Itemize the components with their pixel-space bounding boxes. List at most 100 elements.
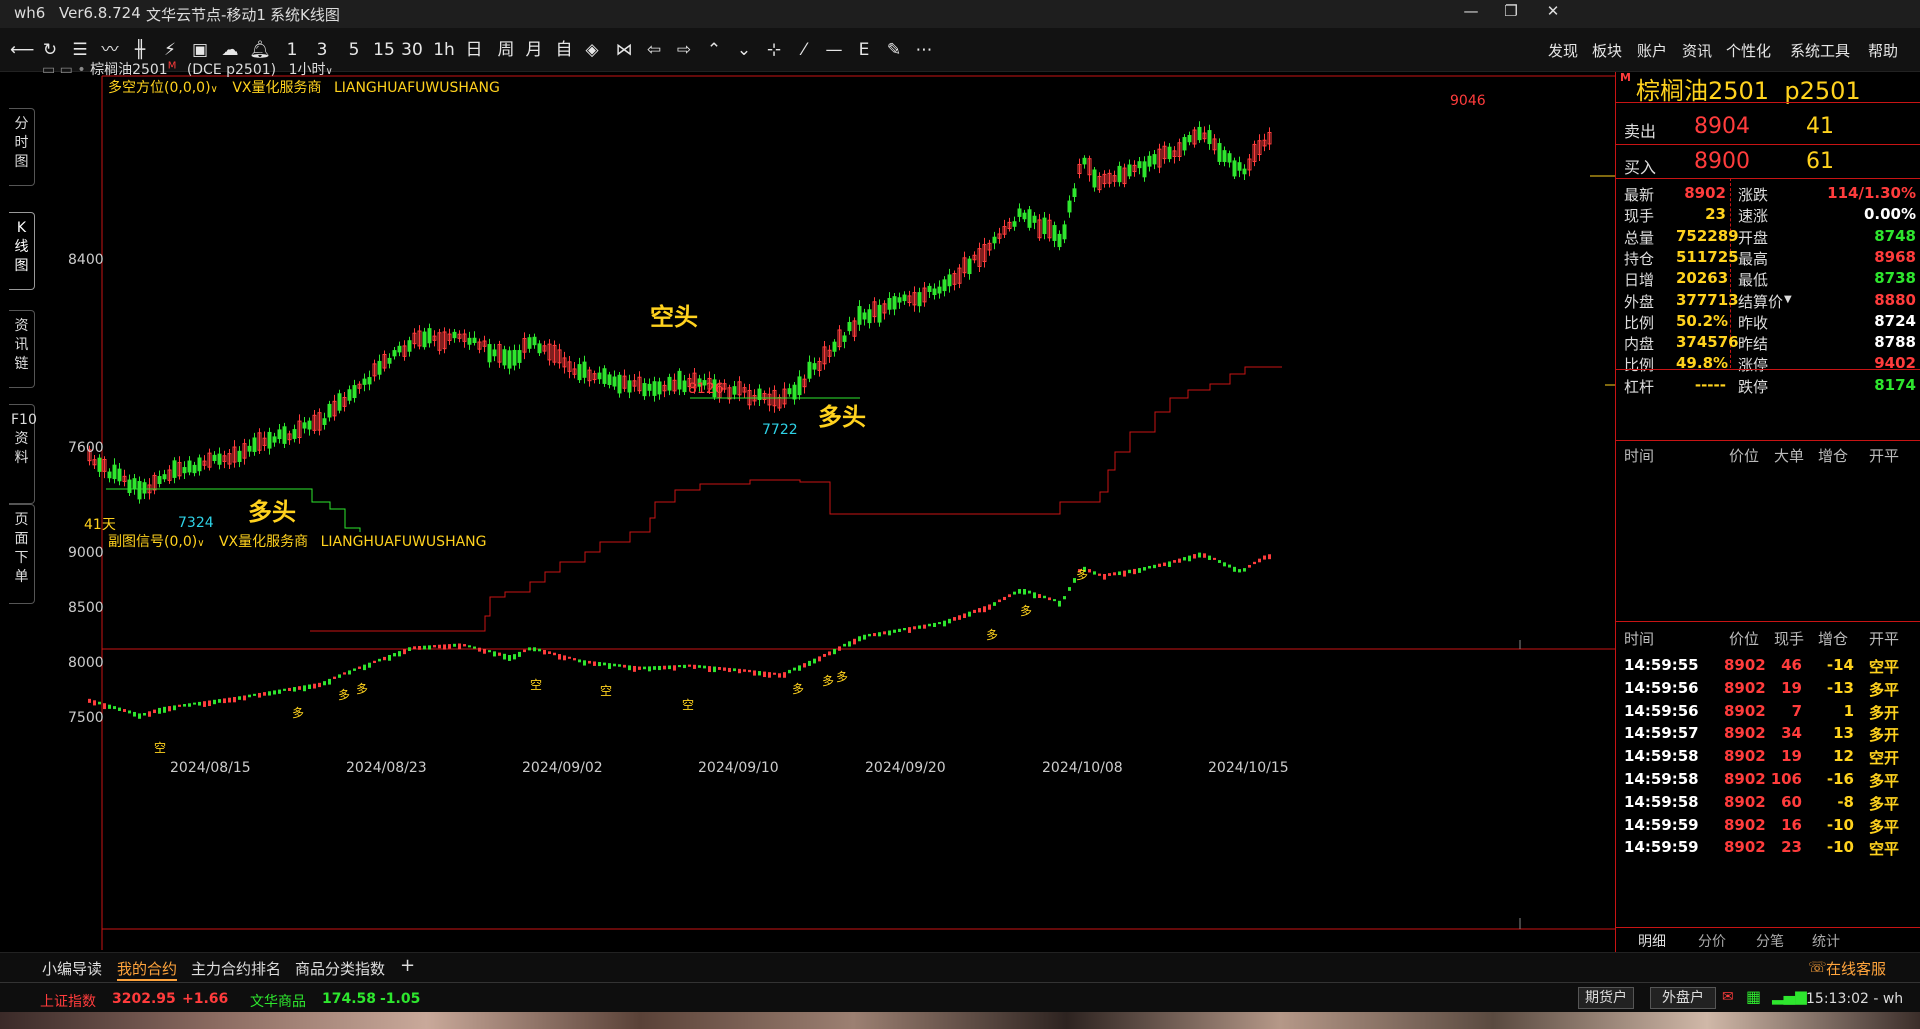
move-right-icon[interactable]: ⇨ <box>672 38 696 62</box>
period-button[interactable]: 15 <box>372 38 396 62</box>
menu-news[interactable]: 资讯 <box>1682 40 1712 61</box>
period-button[interactable]: 自 <box>552 38 576 62</box>
tick-cell: -10 <box>1826 815 1854 834</box>
restore-button[interactable]: ❐ <box>1496 2 1526 26</box>
tab-f10[interactable]: F10资料 <box>9 404 37 504</box>
sub-candle <box>858 636 861 642</box>
tick-cell: 14:59:57 <box>1624 724 1699 743</box>
index1-name[interactable]: 上证指数 <box>40 991 96 1011</box>
chevron-down-icon[interactable]: ∨ <box>197 538 204 549</box>
sub-signal-long: 多 <box>1076 568 1089 582</box>
candle-body <box>407 340 412 352</box>
menu-system-tools[interactable]: 系统工具 <box>1790 40 1850 61</box>
menu-sector[interactable]: 板块 <box>1592 40 1622 61</box>
buy-price[interactable]: 8900 <box>1694 149 1750 174</box>
tick-row[interactable]: 14:59:59 8902 23 -10 空平 <box>1624 838 1919 866</box>
eraser-icon[interactable]: ✎ <box>882 38 906 62</box>
candle-body <box>807 361 812 379</box>
foreign-account-button[interactable]: 外盘户 <box>1650 987 1716 1009</box>
sub-candle <box>308 684 311 690</box>
add-tab-button[interactable]: + <box>400 955 415 976</box>
candle-body <box>112 464 117 480</box>
tab-ticks[interactable]: 分笔 <box>1756 931 1784 951</box>
menu-help[interactable]: 帮助 <box>1868 40 1898 61</box>
customer-service-icon[interactable]: ☏ <box>1808 958 1827 976</box>
period-button[interactable]: 30 <box>400 38 424 62</box>
tab-kline[interactable]: K线图 <box>9 212 35 290</box>
compress-icon[interactable]: ⋈ <box>612 38 636 62</box>
mail-icon[interactable]: ✉ <box>1722 989 1734 1005</box>
period-select[interactable]: 1小时 <box>289 62 326 78</box>
tab-timeshare[interactable]: 分时图 <box>9 108 35 186</box>
tab-detail[interactable]: 明细 <box>1638 931 1666 951</box>
candle-body <box>832 341 837 352</box>
chevron-down-icon[interactable]: ∨ <box>325 66 332 77</box>
candle-body <box>467 337 472 345</box>
hline-tool-icon[interactable]: — <box>822 38 846 62</box>
sub-candle <box>918 625 921 629</box>
quote-title-text: 棕榈油2501 p2501 <box>1636 77 1861 105</box>
candle-body <box>212 454 217 462</box>
quote-field-value: 114/1.30% <box>1827 184 1916 202</box>
close-button[interactable]: ✕ <box>1538 2 1568 26</box>
tick-cell: 多开 <box>1869 726 1900 745</box>
vendor-label: VX量化服务商 <box>218 534 309 550</box>
chevron-down-icon[interactable]: ▼ <box>1784 294 1792 305</box>
sub-indicator[interactable]: 副图信号(0,0) <box>108 534 197 550</box>
tab-category-index[interactable]: 商品分类指数 <box>295 958 385 979</box>
signal-strength-icon: ▂▄▆ <box>1772 987 1807 1005</box>
tab-editor-guide[interactable]: 小编导读 <box>42 958 102 979</box>
back-icon[interactable]: ⟵ <box>10 38 34 62</box>
menu-personalize[interactable]: 个性化 <box>1726 40 1771 61</box>
more-icon[interactable]: ⋯ <box>912 38 936 62</box>
period-button[interactable]: 日 <box>462 38 486 62</box>
sub-signal-short: 空 <box>530 678 543 692</box>
tick-cell: -13 <box>1826 678 1854 697</box>
period-button[interactable]: 5 <box>342 38 366 62</box>
tab-main-ranking[interactable]: 主力合约排名 <box>191 958 281 979</box>
sub-candle <box>543 650 546 655</box>
candle-body <box>902 294 907 302</box>
zoom-in-icon[interactable]: ⌃ <box>702 38 726 62</box>
candle-body <box>337 393 342 411</box>
chart-area[interactable]: ▭ ▭ • 棕榈油2501M (DCE p2501) 1小时∨ 多空方位(0,0… <box>40 60 1615 952</box>
chevron-down-icon[interactable]: ∨ <box>211 84 218 95</box>
candle-body <box>502 349 507 366</box>
menu-discover[interactable]: 发现 <box>1548 40 1578 61</box>
candle-body <box>582 361 587 378</box>
tab-news-chain[interactable]: 资讯链 <box>9 310 35 388</box>
move-left-icon[interactable]: ⇦ <box>642 38 666 62</box>
tab-price-dist[interactable]: 分价 <box>1698 931 1726 951</box>
sub-candle <box>1138 568 1141 573</box>
period-button[interactable]: 月 <box>522 38 546 62</box>
crosshair-icon[interactable]: ⊹ <box>762 38 786 62</box>
candle-body <box>1187 135 1192 143</box>
server-node[interactable]: 文华云节点-移动1 <box>146 4 266 25</box>
y-label: 9000 <box>68 545 104 561</box>
menu-account[interactable]: 账户 <box>1637 40 1667 61</box>
vendor-en-label: LIANGHUAFUWUSHANG <box>320 534 487 550</box>
futures-account-button[interactable]: 期货户 <box>1578 987 1634 1009</box>
line-tool-icon[interactable]: ⁄ <box>792 38 816 62</box>
quote-field-value: 8880 <box>1874 290 1916 309</box>
period-button[interactable]: 周 <box>494 38 518 62</box>
sell-price[interactable]: 8904 <box>1694 114 1750 139</box>
customer-service-link[interactable]: 在线客服 <box>1826 958 1886 979</box>
text-tool-icon[interactable]: E <box>852 38 876 62</box>
minimize-button[interactable]: — <box>1456 2 1486 26</box>
period-button[interactable]: 1h <box>432 38 456 62</box>
sub-candle <box>803 663 806 668</box>
chart-symbol[interactable]: 棕榈油2501 <box>90 62 168 78</box>
sub-candle <box>1208 555 1211 560</box>
calculator-icon[interactable]: ▦ <box>1746 987 1761 1006</box>
main-indicator[interactable]: 多空方位(0,0,0) <box>108 80 211 96</box>
tab-stats[interactable]: 统计 <box>1812 931 1840 951</box>
index2-name[interactable]: 文华商品 <box>250 991 306 1011</box>
zoom-out-icon[interactable]: ⌄ <box>732 38 756 62</box>
sub-candle <box>338 674 341 678</box>
sub-candle <box>968 611 971 617</box>
tab-page-order[interactable]: 页面下单 <box>9 504 35 604</box>
split-icon[interactable]: ◈ <box>580 38 604 62</box>
sub-candle <box>203 701 206 707</box>
tab-my-contracts[interactable]: 我的合约 <box>117 958 178 981</box>
